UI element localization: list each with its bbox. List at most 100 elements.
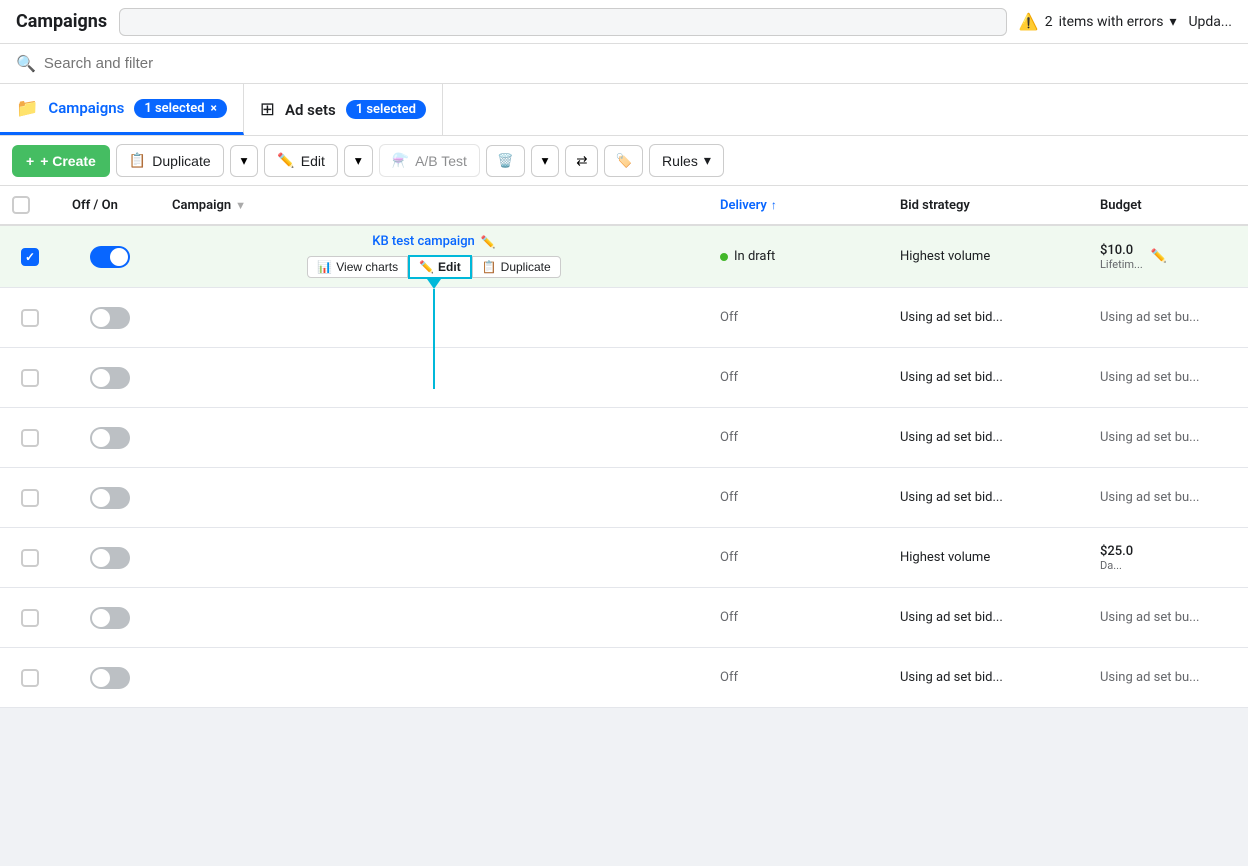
create-button[interactable]: + + Create xyxy=(12,145,110,177)
row-budget-cell: $25.0Da... xyxy=(1088,536,1248,580)
row-toggle-cell xyxy=(60,599,160,637)
budget-edit-pencil-icon[interactable]: ✏️ xyxy=(1151,249,1167,264)
table-row: Off Highest volume $25.0Da... xyxy=(0,528,1248,588)
error-label: items with errors xyxy=(1059,14,1164,30)
tag-button[interactable]: 🏷️ xyxy=(604,145,643,177)
budget-period-text: Da... xyxy=(1100,559,1133,572)
campaign-sort-icon[interactable]: ▼ xyxy=(235,199,246,212)
row-toggle[interactable] xyxy=(90,246,130,268)
edit-icon: ✏️ xyxy=(277,152,294,169)
budget-text: Using ad set bu... xyxy=(1100,430,1199,445)
bid-strategy-text: Using ad set bid... xyxy=(900,430,1003,445)
row-checkbox-cell xyxy=(0,661,60,695)
row-campaign-cell xyxy=(160,670,708,686)
table-container: Off / On Campaign ▼ Delivery ↑ Bid strat… xyxy=(0,186,1248,708)
create-plus-icon: + xyxy=(26,153,34,169)
delivery-status-text: Off xyxy=(720,550,738,565)
th-delivery[interactable]: Delivery ↑ xyxy=(708,196,888,214)
dropdown-chevron-icon: ▾ xyxy=(241,153,248,169)
campaigns-tab[interactable]: 📁 Campaigns 1 selected × xyxy=(0,84,244,135)
row-bid-strategy-cell: Highest volume xyxy=(888,241,1088,272)
bid-strategy-text: Using ad set bid... xyxy=(900,370,1003,385)
row-campaign-cell xyxy=(160,550,708,566)
row-toggle[interactable] xyxy=(90,487,130,509)
row-delivery-cell: Off xyxy=(708,542,888,573)
campaign-edit-pencil-icon[interactable]: ✏️ xyxy=(481,235,496,249)
row-toggle[interactable] xyxy=(90,427,130,449)
bid-strategy-text: Using ad set bid... xyxy=(900,490,1003,505)
error-badge[interactable]: ⚠️ 2 items with errors ▾ xyxy=(1019,12,1177,31)
campaign-name[interactable]: KB test campaign ✏️ xyxy=(372,234,496,249)
row-delivery-cell: Off xyxy=(708,362,888,393)
row-toggle-cell xyxy=(60,479,160,517)
search-input[interactable] xyxy=(44,55,244,72)
campaigns-tab-label: Campaigns xyxy=(48,99,124,117)
delivery-status-text: Off xyxy=(720,430,738,445)
row-checkbox[interactable] xyxy=(21,669,39,687)
row-toggle[interactable] xyxy=(90,367,130,389)
th-budget: Budget xyxy=(1088,196,1248,214)
transfer-button[interactable]: ⇄ xyxy=(565,145,598,177)
budget-text: Using ad set bu... xyxy=(1100,370,1199,385)
row-budget-cell: Using ad set bu... xyxy=(1088,302,1248,333)
delivery-status-text: Off xyxy=(720,490,738,505)
row-bid-strategy-cell: Using ad set bid... xyxy=(888,422,1088,453)
toggle-knob xyxy=(92,489,110,507)
campaigns-selected-close[interactable]: × xyxy=(211,101,217,115)
campaigns-selected-badge[interactable]: 1 selected × xyxy=(134,99,227,118)
toggle-knob xyxy=(92,429,110,447)
dropdown-chevron-icon: ▾ xyxy=(1169,14,1176,30)
row-budget-cell: Using ad set bu... xyxy=(1088,662,1248,693)
header-checkbox[interactable] xyxy=(12,196,30,214)
th-campaign: Campaign ▼ xyxy=(160,196,708,214)
row-toggle[interactable] xyxy=(90,607,130,629)
adsets-selected-count: 1 selected xyxy=(356,102,416,117)
row-bid-strategy-cell: Using ad set bid... xyxy=(888,362,1088,393)
row-toggle[interactable] xyxy=(90,547,130,569)
edit-dropdown-button[interactable]: ▾ xyxy=(344,145,373,177)
table-row: OffUsing ad set bid...Using ad set bu... xyxy=(0,588,1248,648)
row-checkbox-cell xyxy=(0,301,60,335)
bid-strategy-text: Using ad set bid... xyxy=(900,310,1003,325)
rules-button[interactable]: Rules ▾ xyxy=(649,144,724,177)
edit-label: Edit xyxy=(301,153,325,169)
toggle-knob xyxy=(92,609,110,627)
update-label: Upda... xyxy=(1188,14,1232,30)
adsets-tab[interactable]: ⊞ Ad sets 1 selected xyxy=(244,84,443,135)
arrow-head-icon xyxy=(427,279,441,289)
row-checkbox[interactable] xyxy=(21,489,39,507)
bid-strategy-text: Highest volume xyxy=(900,550,990,565)
row-delivery-cell: Off xyxy=(708,482,888,513)
budget-text: Using ad set bu... xyxy=(1100,670,1199,685)
status-dot-green xyxy=(720,253,728,261)
adsets-selected-badge[interactable]: 1 selected xyxy=(346,100,426,119)
row-delivery-cell: Off xyxy=(708,662,888,693)
row-checkbox[interactable] xyxy=(21,309,39,327)
row-checkbox[interactable] xyxy=(21,369,39,387)
duplicate-button[interactable]: 📋 Duplicate xyxy=(116,144,224,177)
row-checkbox[interactable] xyxy=(21,609,39,627)
tab-row: 📁 Campaigns 1 selected × ⊞ Ad sets 1 sel… xyxy=(0,84,1248,136)
row-budget-cell: $10.0Lifetim...✏️ xyxy=(1088,235,1248,279)
inline-duplicate-button[interactable]: 📋Duplicate xyxy=(472,256,561,278)
row-checkbox-cell xyxy=(0,361,60,395)
ab-test-button[interactable]: ⚗️ A/B Test xyxy=(379,144,480,177)
duplicate-label: Duplicate xyxy=(152,153,210,169)
delete-dropdown-button[interactable]: ▾ xyxy=(531,145,560,177)
inline-edit-button[interactable]: ✏️ Edit xyxy=(408,255,472,279)
bid-strategy-text: Using ad set bid... xyxy=(900,670,1003,685)
edit-button[interactable]: ✏️ Edit xyxy=(264,144,338,177)
row-toggle[interactable] xyxy=(90,307,130,329)
view-charts-button[interactable]: 📊 View charts xyxy=(307,256,408,278)
duplicate-dropdown-button[interactable]: ▾ xyxy=(230,145,259,177)
row-checkbox[interactable] xyxy=(21,248,39,266)
table-header: Off / On Campaign ▼ Delivery ↑ Bid strat… xyxy=(0,186,1248,226)
row-toggle[interactable] xyxy=(90,667,130,689)
chart-icon: 📊 xyxy=(317,260,332,274)
row-checkbox[interactable] xyxy=(21,549,39,567)
row-checkbox[interactable] xyxy=(21,429,39,447)
delete-button[interactable]: 🗑️ xyxy=(486,145,525,177)
trash-icon: 🗑️ xyxy=(497,153,514,169)
tag-icon: 🏷️ xyxy=(615,153,632,169)
row-budget-cell: Using ad set bu... xyxy=(1088,422,1248,453)
